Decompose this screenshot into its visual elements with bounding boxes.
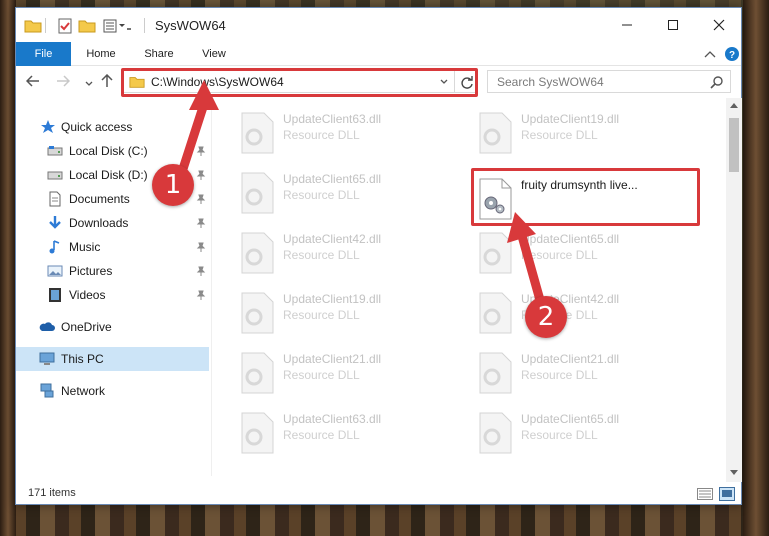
step-marker-2: 2 bbox=[525, 296, 567, 338]
annotation-arrow-2 bbox=[507, 212, 545, 305]
step-marker-1: 1 bbox=[152, 164, 194, 206]
